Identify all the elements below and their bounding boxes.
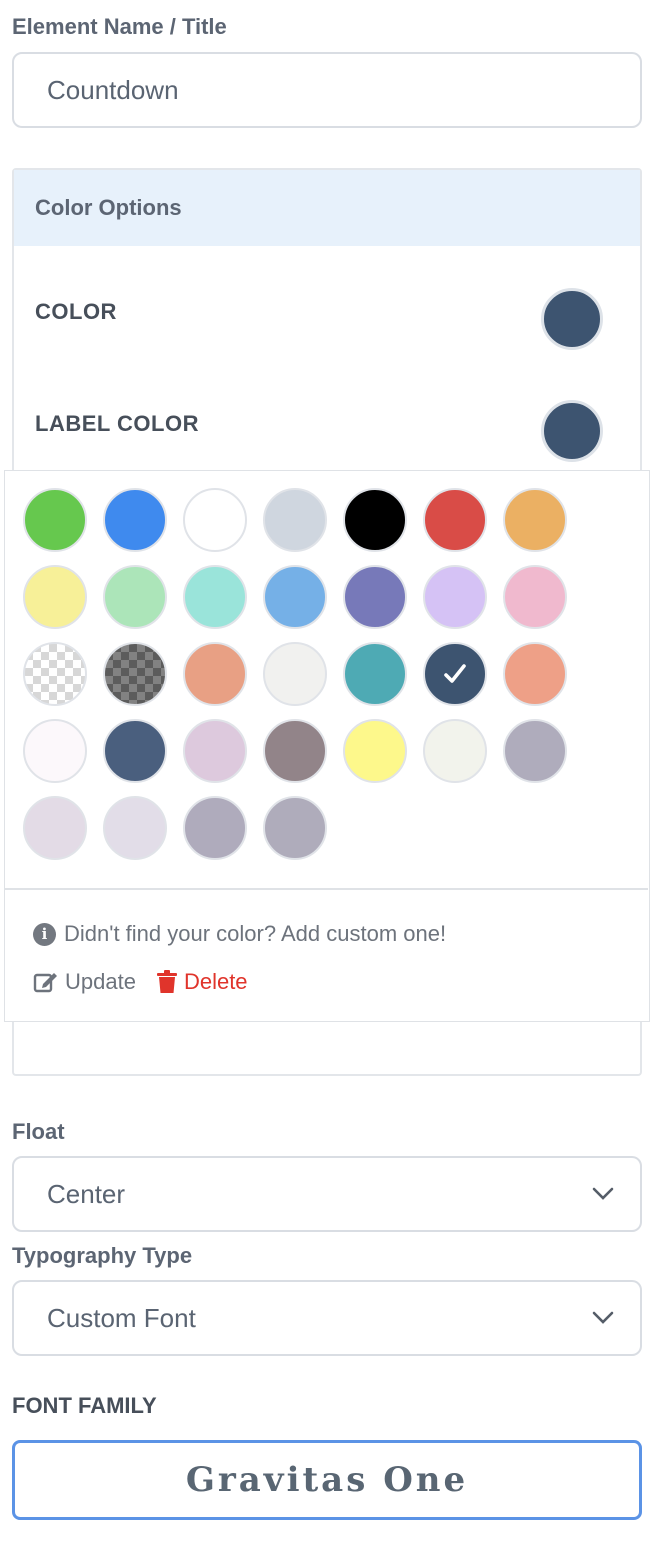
palette-swatch[interactable] (23, 488, 87, 552)
chevron-down-icon (592, 1187, 614, 1200)
custom-color-hint: i Didn't find your color? Add custom one… (33, 921, 446, 947)
delete-label: Delete (183, 969, 248, 994)
palette-swatch[interactable] (263, 565, 327, 629)
typography-type-value: Custom Font (47, 1302, 196, 1333)
color-row-label: COLOR (35, 299, 117, 324)
palette-swatch[interactable] (423, 565, 487, 629)
font-family-picker[interactable]: Gravitas One (12, 1440, 642, 1520)
palette-swatch[interactable] (103, 796, 167, 860)
update-label: Update (65, 969, 136, 994)
palette-swatch[interactable] (263, 796, 327, 860)
palette-swatch[interactable] (103, 642, 167, 706)
palette-swatch[interactable] (183, 719, 247, 783)
palette-swatch[interactable] (343, 719, 407, 783)
palette-actions: Update Delete (33, 969, 248, 995)
palette-swatch[interactable] (183, 488, 247, 552)
font-family-value: Gravitas One (185, 1460, 469, 1500)
edit-icon (33, 973, 57, 993)
palette-swatch[interactable] (343, 488, 407, 552)
palette-swatch[interactable] (503, 488, 567, 552)
palette-swatch[interactable] (23, 719, 87, 783)
palette-divider (5, 888, 648, 890)
font-family-label: FONT FAMILY (12, 1393, 157, 1418)
info-icon: i (33, 922, 56, 946)
typography-type-label: Typography Type (12, 1243, 193, 1268)
palette-swatch[interactable] (263, 642, 327, 706)
element-name-value: Countdown (47, 74, 179, 105)
palette-swatch[interactable] (23, 642, 87, 706)
palette-swatch[interactable] (263, 719, 327, 783)
label-color-row-label: LABEL COLOR (35, 411, 199, 436)
color-palette-popover: i Didn't find your color? Add custom one… (4, 470, 650, 1022)
palette-swatch[interactable] (183, 642, 247, 706)
checkmark-icon (444, 664, 466, 683)
palette-swatch[interactable] (23, 796, 87, 860)
update-button[interactable]: Update (33, 969, 136, 995)
typography-type-select[interactable]: Custom Font (12, 1280, 642, 1356)
palette-swatch[interactable] (23, 565, 87, 629)
palette-swatch[interactable] (183, 565, 247, 629)
element-name-input[interactable]: Countdown (12, 52, 642, 128)
custom-color-hint-text: Didn't find your color? Add custom one! (64, 921, 447, 946)
color-options-title: Color Options (35, 195, 182, 220)
palette-swatch[interactable] (503, 719, 567, 783)
palette-swatch-selected[interactable] (423, 642, 487, 706)
palette-swatch[interactable] (263, 488, 327, 552)
palette-swatch[interactable] (423, 488, 487, 552)
palette-swatch[interactable] (503, 642, 567, 706)
delete-button[interactable]: Delete (156, 969, 248, 995)
label-color-swatch-button[interactable] (541, 400, 603, 462)
palette-swatch[interactable] (503, 565, 567, 629)
trash-icon (156, 970, 177, 993)
palette-swatch[interactable] (183, 796, 247, 860)
palette-swatch[interactable] (423, 719, 487, 783)
chevron-down-icon (592, 1311, 614, 1324)
palette-swatch[interactable] (343, 642, 407, 706)
palette-swatch[interactable] (103, 719, 167, 783)
color-swatch-button[interactable] (541, 288, 603, 350)
float-label: Float (12, 1119, 65, 1144)
float-select[interactable]: Center (12, 1156, 642, 1232)
float-value: Center (47, 1178, 126, 1209)
element-name-label: Element Name / Title (12, 14, 227, 39)
palette-swatch[interactable] (103, 488, 167, 552)
palette-swatch[interactable] (343, 565, 407, 629)
color-options-header[interactable]: Color Options (14, 170, 640, 246)
palette-swatch[interactable] (103, 565, 167, 629)
